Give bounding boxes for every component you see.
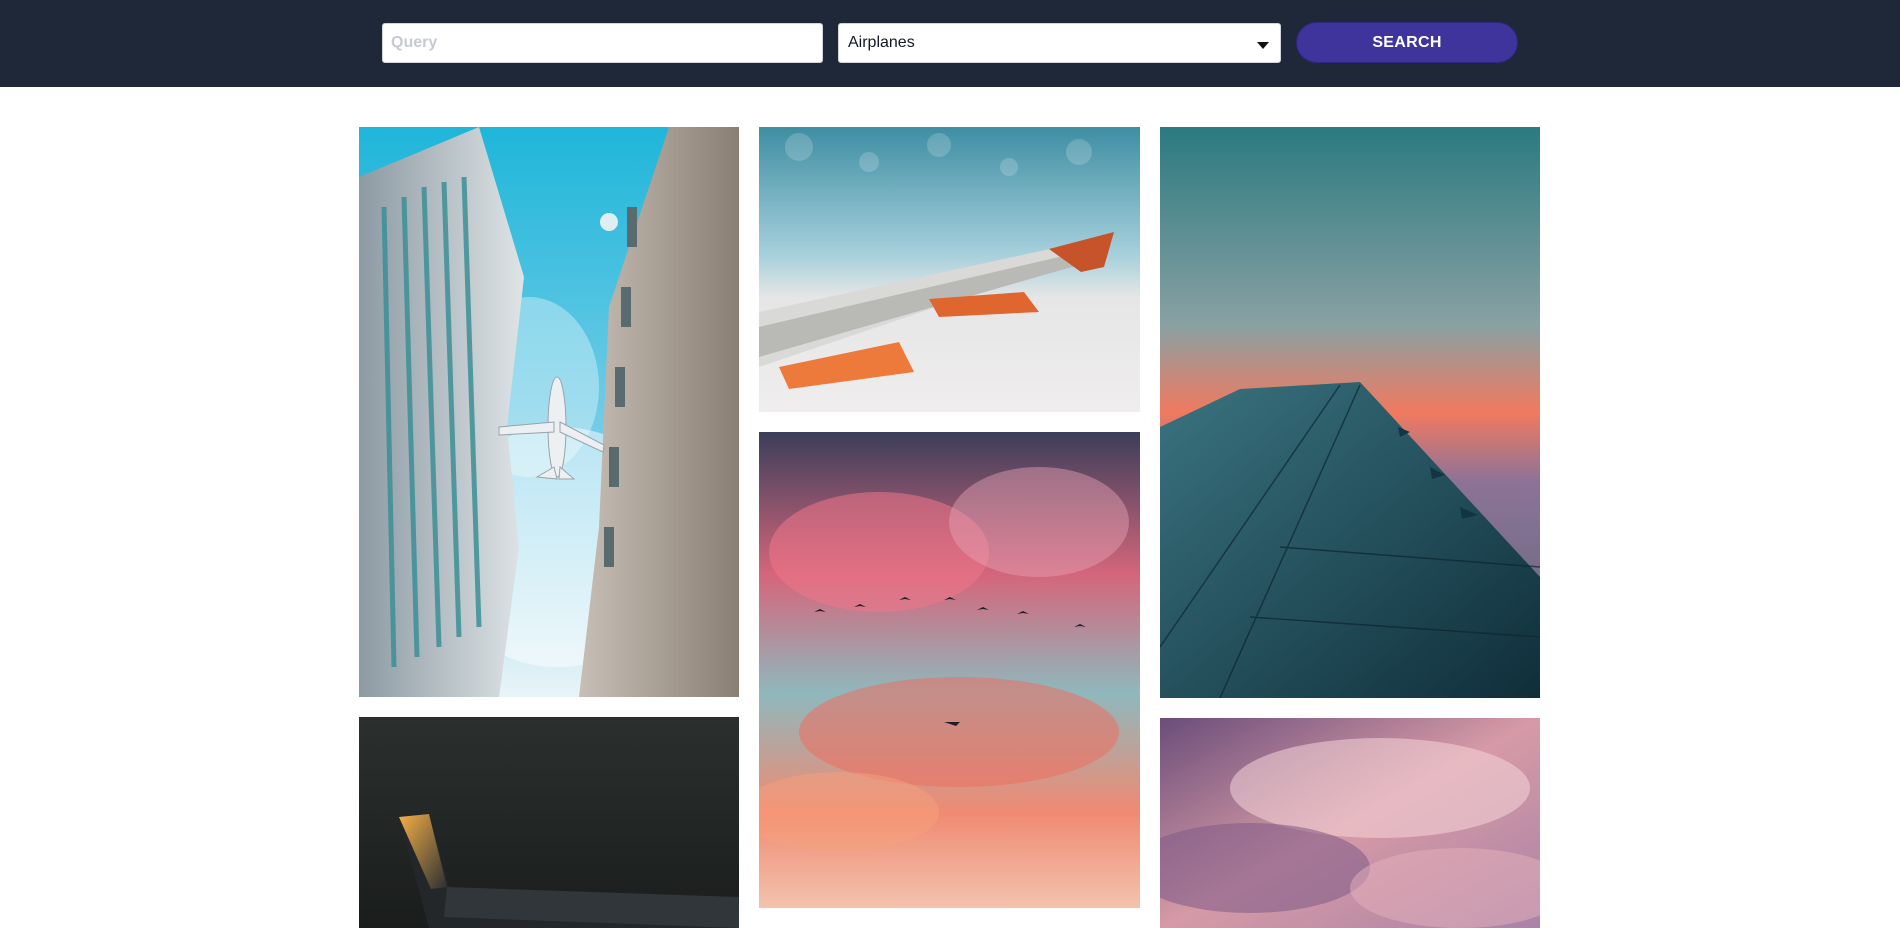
gallery-photo-wing-sunset[interactable] <box>1160 127 1540 698</box>
pink-clouds-image <box>1160 718 1540 928</box>
airplane-buildings-image <box>359 127 739 697</box>
category-select[interactable]: Airplanes <box>838 23 1281 63</box>
category-select-value: Airplanes <box>848 34 915 51</box>
pink-sky-birds-image <box>759 432 1140 908</box>
gallery-photo-pink-clouds[interactable] <box>1160 718 1540 928</box>
gallery-photo-pink-sky-birds[interactable] <box>759 432 1140 908</box>
search-button[interactable]: SEARCH <box>1296 22 1518 63</box>
caret-down-icon <box>1257 41 1269 49</box>
top-search-bar: Airplanes SEARCH <box>0 0 1900 87</box>
gallery-photo-wing-clouds[interactable] <box>759 127 1140 412</box>
ryanair-wing-image <box>359 717 739 928</box>
wing-sunset-image <box>1160 127 1540 698</box>
gallery-photo-ryanair-wing[interactable] <box>359 717 739 928</box>
query-input[interactable] <box>382 23 823 63</box>
gallery-photo-airplane-buildings[interactable] <box>359 127 739 697</box>
wing-clouds-image <box>759 127 1140 412</box>
